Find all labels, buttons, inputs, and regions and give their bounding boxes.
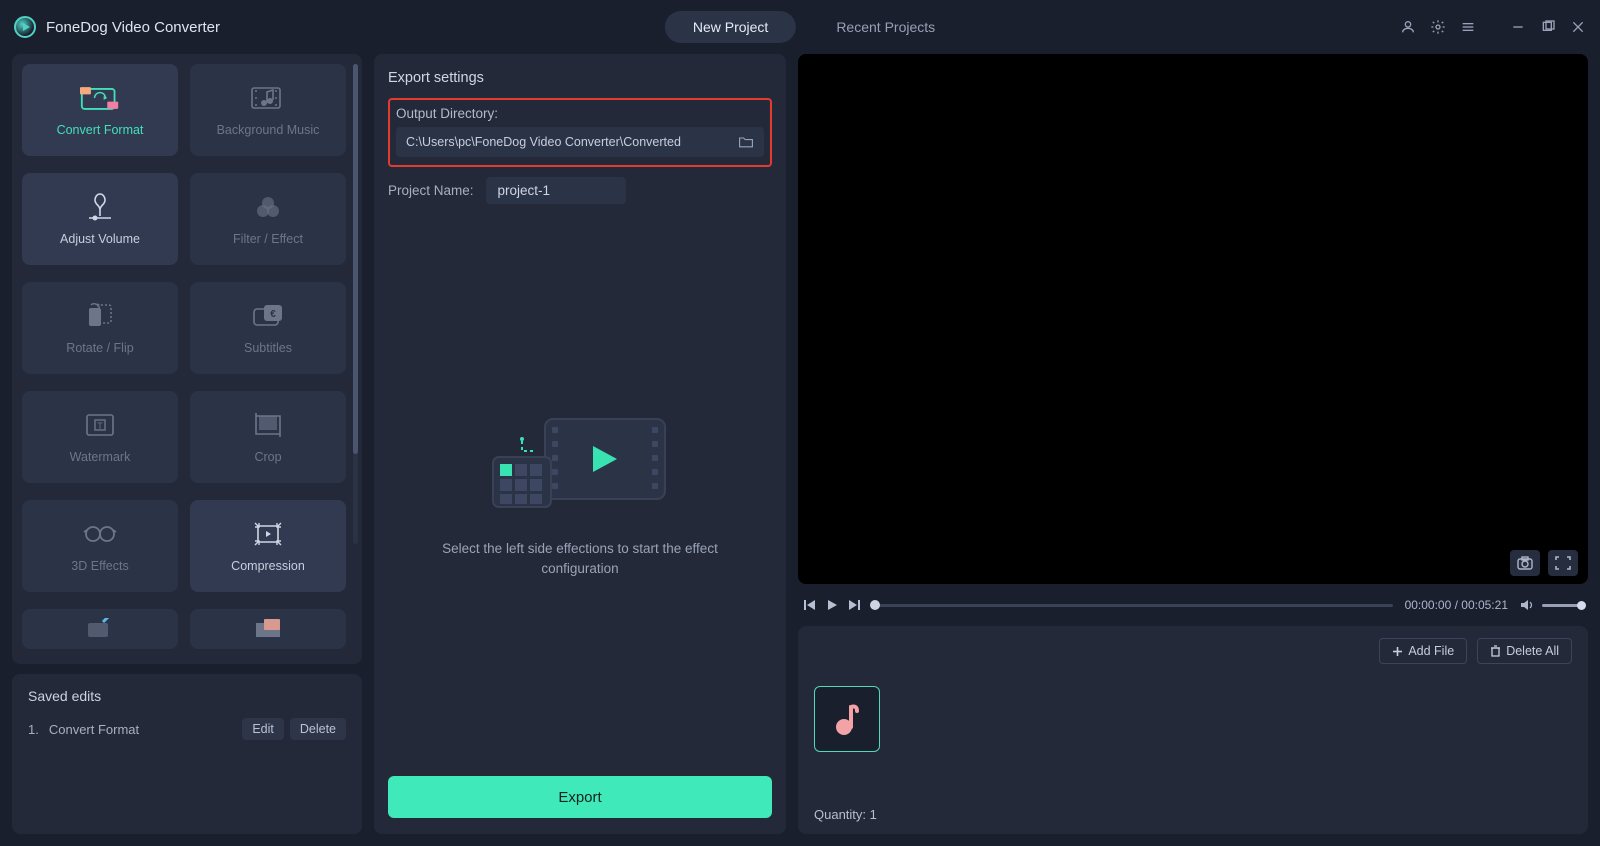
next-button[interactable]	[848, 599, 860, 611]
volume-control	[1520, 598, 1582, 612]
tile-3d-effects[interactable]: 3D Effects	[22, 500, 178, 592]
volume-slider[interactable]	[1542, 604, 1582, 607]
crop-icon	[248, 410, 288, 440]
menu-icon[interactable]	[1460, 19, 1476, 35]
video-preview[interactable]	[798, 54, 1588, 584]
project-name-input[interactable]: project-1	[486, 177, 626, 204]
tile-compression[interactable]: Compression	[190, 500, 346, 592]
file-thumbnail[interactable]	[814, 686, 880, 752]
export-settings-title: Export settings	[388, 70, 772, 86]
filter-icon	[248, 192, 288, 222]
saved-edits-title: Saved edits	[28, 688, 346, 704]
tile-label: Watermark	[70, 450, 131, 464]
sidebar: Convert Format Background Music Adjust V…	[12, 54, 362, 834]
account-icon[interactable]	[1400, 19, 1416, 35]
app-title: FoneDog Video Converter	[46, 19, 220, 36]
project-name-row: Project Name: project-1	[388, 177, 772, 204]
effects-placeholder-icon	[485, 401, 675, 521]
audio-file-icon	[831, 701, 863, 737]
export-panel: Export settings Output Directory: C:\Use…	[374, 54, 786, 834]
minimize-icon[interactable]	[1510, 19, 1526, 35]
center-illustration: Select the left side effections to start…	[388, 214, 772, 766]
thumbnails	[814, 686, 1572, 752]
timecode: 00:00:00 / 00:05:21	[1405, 598, 1508, 612]
saved-edits-panel: Saved edits 1. Convert Format Edit Delet…	[12, 674, 362, 834]
app-logo-icon	[14, 16, 36, 38]
tab-new-project[interactable]: New Project	[665, 11, 796, 43]
tile-label: 3D Effects	[71, 559, 128, 573]
effects-scrollbar[interactable]	[353, 64, 358, 544]
tile-label: Compression	[231, 559, 305, 573]
output-directory-value: C:\Users\pc\FoneDog Video Converter\Conv…	[406, 135, 738, 149]
tile-partial-2[interactable]	[190, 609, 346, 649]
tile-adjust-volume[interactable]: Adjust Volume	[22, 173, 178, 265]
tile-rotate-flip[interactable]: Rotate / Flip	[22, 282, 178, 374]
delete-all-label: Delete All	[1506, 644, 1559, 658]
svg-text:€: €	[270, 309, 276, 320]
export-button[interactable]: Export	[388, 776, 772, 818]
tile-label: Filter / Effect	[233, 232, 303, 246]
file-list-panel: Add File Delete All Quantity: 1	[798, 626, 1588, 834]
tile-filter-effect[interactable]: Filter / Effect	[190, 173, 346, 265]
tile-label: Crop	[254, 450, 281, 464]
project-name-label: Project Name:	[388, 183, 474, 198]
tile-partial-1[interactable]	[22, 609, 178, 649]
tile-label: Rotate / Flip	[66, 341, 133, 355]
compress-icon	[248, 519, 288, 549]
maximize-icon[interactable]	[1540, 19, 1556, 35]
play-button[interactable]	[826, 599, 838, 611]
close-icon[interactable]	[1570, 19, 1586, 35]
tab-recent-projects[interactable]: Recent Projects	[836, 19, 935, 35]
add-file-button[interactable]: Add File	[1379, 638, 1467, 664]
watermark-icon: T	[80, 410, 120, 440]
titlebar: FoneDog Video Converter New Project Rece…	[0, 0, 1600, 54]
add-file-label: Add File	[1408, 644, 1454, 658]
speaker-icon[interactable]	[1520, 598, 1534, 612]
tile-watermark[interactable]: T Watermark	[22, 391, 178, 483]
edit-icon	[80, 614, 120, 644]
tile-crop[interactable]: Crop	[190, 391, 346, 483]
output-directory-box: Output Directory: C:\Users\pc\FoneDog Vi…	[388, 98, 772, 167]
3d-icon	[80, 519, 120, 549]
tile-label: Convert Format	[57, 123, 144, 137]
tile-label: Background Music	[217, 123, 320, 137]
seek-track[interactable]	[872, 604, 1393, 607]
main: Convert Format Background Music Adjust V…	[0, 54, 1600, 846]
playbar: 00:00:00 / 00:05:21	[798, 596, 1588, 614]
svg-text:T: T	[97, 421, 103, 431]
folder-icon	[248, 614, 288, 644]
prev-button[interactable]	[804, 599, 816, 611]
tile-label: Subtitles	[244, 341, 292, 355]
tile-background-music[interactable]: Background Music	[190, 64, 346, 156]
right-panel: 00:00:00 / 00:05:21 Add File Delete All	[798, 54, 1588, 834]
convert-icon	[80, 83, 120, 113]
tile-label: Adjust Volume	[60, 232, 140, 246]
output-directory-input[interactable]: C:\Users\pc\FoneDog Video Converter\Conv…	[396, 127, 764, 157]
subtitles-icon: €	[248, 301, 288, 331]
output-directory-label: Output Directory:	[396, 106, 764, 121]
effects-panel: Convert Format Background Music Adjust V…	[12, 54, 362, 664]
snapshot-button[interactable]	[1510, 550, 1540, 576]
saved-edit-row: 1. Convert Format Edit Delete	[28, 718, 346, 740]
delete-button[interactable]: Delete	[290, 718, 346, 740]
tile-subtitles[interactable]: € Subtitles	[190, 282, 346, 374]
edit-button[interactable]: Edit	[242, 718, 284, 740]
saved-edit-label: Convert Format	[49, 722, 139, 737]
music-icon	[248, 83, 288, 113]
saved-edit-num: 1.	[28, 722, 39, 737]
rotate-icon	[80, 301, 120, 331]
fullscreen-button[interactable]	[1548, 550, 1578, 576]
hint-text: Select the left side effections to start…	[420, 539, 740, 580]
tile-convert-format[interactable]: Convert Format	[22, 64, 178, 156]
browse-folder-icon[interactable]	[738, 135, 754, 149]
tabs: New Project Recent Projects	[665, 11, 935, 43]
delete-all-button[interactable]: Delete All	[1477, 638, 1572, 664]
settings-icon[interactable]	[1430, 19, 1446, 35]
title-icons	[1400, 19, 1586, 35]
volume-icon	[80, 192, 120, 222]
quantity-label: Quantity: 1	[814, 807, 1572, 822]
